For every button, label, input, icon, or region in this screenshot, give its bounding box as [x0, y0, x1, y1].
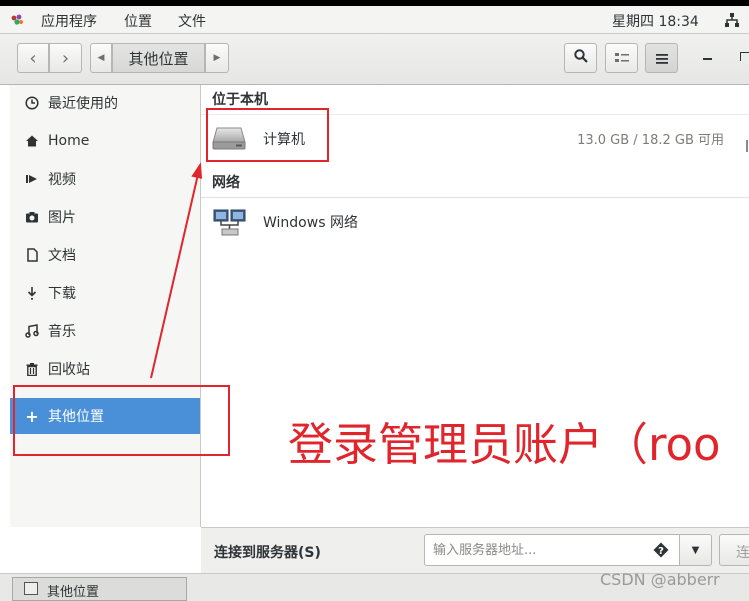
- annotation-text: 登录管理员账户（roo: [288, 418, 721, 471]
- annotation-arrow: [150, 162, 203, 379]
